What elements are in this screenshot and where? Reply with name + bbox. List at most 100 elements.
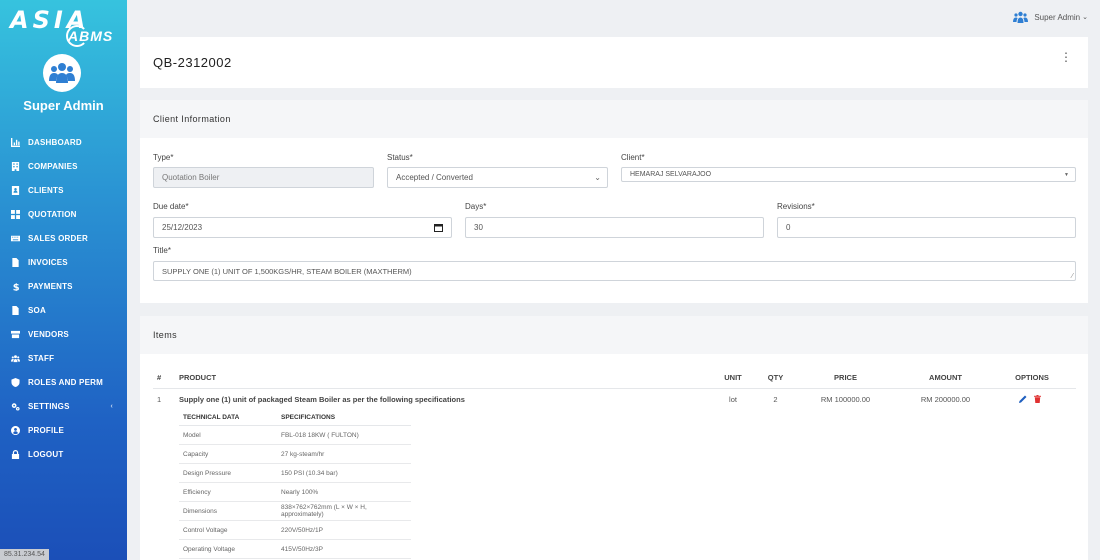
revisions-input[interactable]: 0 — [777, 217, 1076, 238]
brand-logo[interactable]: ASIA ABMS — [10, 6, 118, 48]
type-label: Type* — [153, 153, 174, 162]
unit-cell: lot — [729, 394, 737, 404]
user-menu[interactable]: Super Admin ⌄ — [1013, 11, 1088, 23]
archive-icon — [11, 330, 20, 338]
spec-table: TECHNICAL DATA SPECIFICATIONS Model FBL-0… — [179, 409, 411, 559]
spec-value: 220V/50Hz/1P — [277, 520, 411, 540]
section-heading: Items — [140, 316, 1088, 354]
sidebar-item-label: QUOTATION — [28, 209, 77, 219]
gears-icon — [11, 402, 20, 411]
sidebar-item-label: LOGOUT — [28, 449, 64, 459]
sidebar-item-staff[interactable]: STAFF — [0, 346, 127, 370]
resize-handle-icon[interactable]: ⁄ — [1072, 273, 1073, 280]
sidebar-item-label: PAYMENTS — [28, 281, 73, 291]
users-icon — [11, 354, 20, 362]
spec-key: Design Pressure — [179, 463, 277, 483]
sidebar-item-quotation[interactable]: QUOTATION — [0, 202, 127, 226]
client-label: Client* — [621, 153, 645, 162]
type-value: Quotation Boiler — [162, 173, 220, 182]
product-cell: Supply one (1) unit of packaged Steam Bo… — [175, 388, 703, 560]
spec-row: Operating Voltage 415V/50Hz/3P — [179, 539, 411, 559]
spec-key: Capacity — [179, 444, 277, 464]
spec-key: Operating Voltage — [179, 539, 277, 559]
sidebar: ASIA ABMS Super Admin DASHBOARD COMPANIE… — [0, 0, 127, 560]
calendar-icon[interactable] — [434, 223, 443, 232]
spec-key: Control Voltage — [179, 520, 277, 540]
sidebar-item-logout[interactable]: LOGOUT — [0, 442, 127, 466]
days-input[interactable]: 30 — [465, 217, 764, 238]
status-select[interactable]: Accepted / Converted ⌄ — [387, 167, 608, 188]
spec-value: 415V/50Hz/3P — [277, 539, 411, 559]
spec-row: Control Voltage 220V/50Hz/1P — [179, 520, 411, 540]
status-value: Accepted / Converted — [396, 173, 473, 182]
days-value: 30 — [474, 223, 483, 232]
sidebar-user-name: Super Admin — [23, 98, 104, 113]
client-information-card: Client Information Type* Quotation Boile… — [140, 100, 1088, 303]
due-date-input[interactable]: 25/12/2023 — [153, 217, 452, 238]
chevron-left-icon: ‹ — [110, 402, 113, 410]
sidebar-item-label: PROFILE — [28, 425, 65, 435]
quotation-header-card: QB-2312002 ⋮ — [140, 37, 1088, 88]
col-unit: UNIT — [703, 368, 763, 389]
sidebar-item-label: SETTINGS — [28, 401, 70, 411]
chevron-down-icon: ⌄ — [594, 173, 601, 182]
file-icon — [12, 305, 19, 315]
sidebar-item-dashboard[interactable]: DASHBOARD — [0, 130, 127, 154]
spec-value: 838×762×762mm (L × W × H, approximately) — [277, 501, 411, 521]
client-select[interactable]: HEMARAJ SELVARAJOO ▼ — [621, 167, 1076, 182]
sidebar-item-settings[interactable]: SETTINGS ‹ — [0, 394, 127, 418]
sidebar-item-sales-order[interactable]: SALES ORDER — [0, 226, 127, 250]
spec-value: 150 PSI (10.34 bar) — [277, 463, 411, 483]
sidebar-item-profile[interactable]: PROFILE — [0, 418, 127, 442]
user-circle-icon — [11, 425, 20, 435]
sidebar-item-clients[interactable]: CLIENTS — [0, 178, 127, 202]
file-icon — [12, 257, 19, 267]
due-date-label: Due date* — [153, 202, 189, 211]
more-options-icon[interactable]: ⋮ — [1060, 51, 1072, 63]
edit-pencil-icon[interactable] — [1019, 395, 1027, 403]
type-field: Quotation Boiler — [153, 167, 374, 188]
sidebar-item-vendors[interactable]: VENDORS — [0, 322, 127, 346]
dollar-icon: $ — [13, 282, 20, 290]
user-menu-label: Super Admin — [1034, 12, 1081, 22]
qty-cell: 2 — [773, 394, 778, 404]
sidebar-item-label: ROLES AND PERM — [28, 377, 103, 387]
status-label: Status* — [387, 153, 413, 162]
svg-text:$: $ — [13, 282, 20, 290]
title-value: SUPPLY ONE (1) UNIT OF 1,500KGS/HR, STEA… — [162, 266, 412, 276]
table-row: 1 Supply one (1) unit of packaged Steam … — [153, 388, 1076, 560]
sidebar-nav: DASHBOARD COMPANIES CLIENTS QUOTATION SA… — [0, 130, 127, 466]
client-value: HEMARAJ SELVARAJOO — [630, 171, 712, 178]
sidebar-item-invoices[interactable]: INVOICES — [0, 250, 127, 274]
sidebar-item-label: VENDORS — [28, 329, 69, 339]
amount-cell: RM 200000.00 — [920, 394, 971, 404]
sidebar-item-companies[interactable]: COMPANIES — [0, 154, 127, 178]
sidebar-item-soa[interactable]: SOA — [0, 298, 127, 322]
sidebar-item-label: CLIENTS — [28, 185, 64, 195]
col-number: # — [153, 368, 175, 389]
section-heading: Client Information — [140, 100, 1088, 138]
col-product: PRODUCT — [175, 368, 703, 389]
grid-icon — [11, 209, 20, 219]
spec-header-row: TECHNICAL DATA SPECIFICATIONS — [179, 409, 411, 426]
sidebar-item-label: STAFF — [28, 353, 55, 363]
spec-key: Model — [179, 425, 277, 445]
building-icon — [11, 161, 20, 171]
days-label: Days* — [465, 202, 487, 211]
sidebar-item-payments[interactable]: $ PAYMENTS — [0, 274, 127, 298]
options-cell — [988, 388, 1076, 560]
sidebar-item-label: SALES ORDER — [28, 233, 88, 243]
sidebar-item-roles-and-perm[interactable]: ROLES AND PERM — [0, 370, 127, 394]
row-number: 1 — [157, 394, 162, 404]
spec-key: Dimensions — [179, 501, 277, 521]
spec-row: Capacity 27 kg-steam/hr — [179, 444, 411, 464]
items-table: # PRODUCT UNIT QTY PRICE AMOUNT OPTIONS … — [153, 368, 1076, 560]
delete-trash-icon[interactable] — [1033, 394, 1041, 403]
title-label: Title* — [153, 246, 171, 255]
title-textarea[interactable]: SUPPLY ONE (1) UNIT OF 1,500KGS/HR, STEA… — [153, 261, 1076, 281]
avatar — [43, 54, 81, 92]
col-amount: AMOUNT — [903, 368, 988, 389]
ip-address: 85.31.234.54 — [0, 549, 49, 560]
topbar: Super Admin ⌄ — [127, 0, 1100, 36]
col-qty: QTY — [763, 368, 788, 389]
